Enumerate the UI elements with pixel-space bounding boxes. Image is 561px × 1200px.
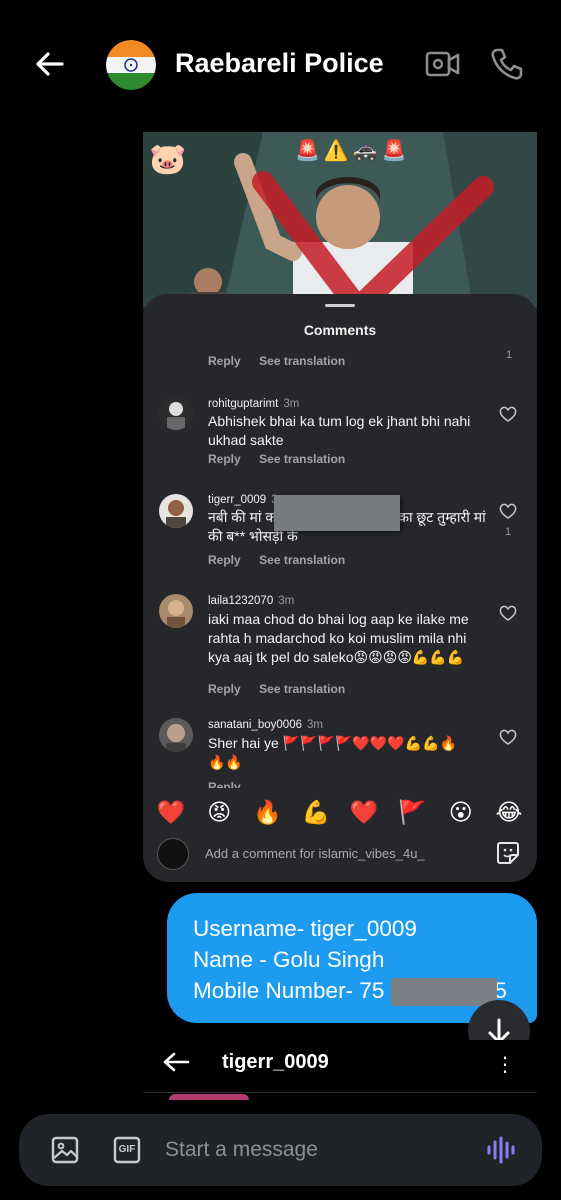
like-button[interactable]	[499, 729, 517, 747]
message-line: Username- tiger_0009	[193, 916, 417, 941]
comment-header: rohitguptarimt 3m	[208, 394, 299, 412]
own-avatar	[157, 838, 189, 870]
comment-actions: Reply See translation	[208, 551, 345, 569]
like-button[interactable]	[499, 605, 517, 623]
user-avatar-image	[159, 396, 193, 430]
heart-icon	[499, 406, 517, 422]
reaction-emoji[interactable]: 😡	[199, 796, 239, 830]
heart-icon	[499, 729, 517, 745]
reaction-emoji[interactable]: ❤️	[151, 796, 191, 830]
message-input[interactable]: Start a message	[165, 1138, 318, 1162]
screenshot-top-bar	[143, 108, 537, 132]
avatar[interactable]	[159, 494, 193, 528]
comment-username[interactable]: sanatani_boy0006	[208, 719, 302, 731]
see-translation-link[interactable]: See translation	[259, 452, 345, 466]
profile-username: tigerr_0009	[222, 1051, 329, 1073]
reaction-emoji[interactable]: 😂	[489, 796, 529, 830]
reply-link[interactable]: Reply	[208, 354, 241, 368]
comments-sheet: Comments Reply See translation 1 rohitgu…	[143, 294, 537, 882]
comments-title: Comments	[303, 322, 377, 338]
comment-text: Abhishek bhai ka tum log ek jhant bhi na…	[208, 413, 471, 448]
see-translation-link[interactable]: See translation	[259, 553, 345, 567]
video-camera-icon	[425, 51, 460, 77]
drag-handle[interactable]	[325, 304, 355, 307]
india-flag-icon	[106, 40, 156, 90]
chat-header: Raebareli Police	[0, 0, 561, 106]
voice-wave-icon	[487, 1136, 515, 1164]
shared-profile-preview[interactable]: tigerr_0009 ⋮	[143, 1040, 537, 1100]
gif-label: GIF	[118, 1144, 136, 1155]
comment-time: 3m	[278, 595, 295, 607]
avatar[interactable]	[159, 718, 193, 752]
voice-call-button[interactable]	[488, 46, 524, 82]
comment-text: iaki maa chod do bhai log aap ke ilake m…	[208, 611, 469, 665]
message-line-part: Mobile Number- 75	[193, 978, 385, 1003]
comment-header: laila1232070 3m	[208, 591, 294, 609]
message-composer: GIF Start a message	[19, 1114, 542, 1186]
comment-actions: Reply See translation	[208, 450, 345, 468]
video-call-button[interactable]	[424, 47, 462, 81]
reaction-emoji[interactable]: 🔥	[248, 796, 288, 830]
reaction-bar: ❤️ 😡 🔥 💪 ❤️ 🚩 😮 😂	[151, 796, 529, 830]
redaction-block	[391, 978, 497, 1006]
divider	[143, 1092, 537, 1093]
reaction-emoji[interactable]: 💪	[296, 796, 336, 830]
message-line: Name - Golu Singh	[193, 947, 385, 972]
heart-icon	[499, 605, 517, 621]
reaction-emoji[interactable]: ❤️	[344, 796, 384, 830]
comment-username[interactable]: laila1232070	[208, 595, 273, 607]
image-icon	[51, 1136, 79, 1164]
back-button	[161, 1050, 191, 1074]
sticker-icon	[497, 842, 519, 864]
back-button[interactable]	[30, 44, 70, 84]
arrow-left-icon	[36, 52, 64, 76]
contact-name[interactable]: Raebareli Police	[175, 48, 384, 79]
reply-link[interactable]: Reply	[208, 682, 241, 696]
comment-actions: Reply See translation	[208, 680, 345, 698]
sticker-button[interactable]	[495, 840, 521, 866]
arrow-left-icon	[163, 1052, 190, 1072]
comment-time: 3m	[307, 719, 323, 731]
see-translation-link[interactable]: See translation	[259, 682, 345, 696]
comment-username[interactable]: rohitguptarimt	[208, 398, 278, 410]
reply-link[interactable]: Reply	[208, 780, 241, 788]
profile-avatar-ring	[169, 1094, 249, 1100]
reply-link[interactable]: Reply	[208, 452, 241, 466]
comment-header: sanatani_boy0006 3m	[208, 715, 323, 733]
contact-avatar[interactable]	[106, 40, 156, 90]
see-translation-link[interactable]: See translation	[259, 354, 345, 368]
redaction-block	[274, 495, 400, 531]
reply-link[interactable]: Reply	[208, 553, 241, 567]
user-avatar-image	[159, 594, 193, 628]
comment-text: Sher hai ye 🚩🚩🚩🚩❤️❤️❤️💪💪🔥🔥🔥	[208, 735, 458, 770]
top-row-actions: Reply See translation	[208, 352, 345, 370]
user-avatar-image	[159, 718, 193, 752]
comment-time: 3m	[283, 398, 300, 410]
comment-input[interactable]: Add a comment for islamic_vibes_4u_	[205, 846, 425, 861]
reaction-emoji[interactable]: 🚩	[392, 796, 432, 830]
thumbnail-emojis: 🚨⚠️🚓🚨	[295, 138, 411, 162]
like-button[interactable]	[499, 503, 517, 521]
like-count: 1	[505, 349, 513, 361]
heart-icon	[499, 503, 517, 519]
image-button[interactable]	[50, 1135, 80, 1165]
comment-username[interactable]: tigerr_0009	[208, 494, 266, 506]
post-thumbnail[interactable]: 🐷 🚨⚠️🚓🚨	[143, 132, 537, 308]
comment-text-part: नबी की मां क	[208, 509, 277, 525]
sent-message-bubble[interactable]: Username- tiger_0009 Name - Golu Singh M…	[167, 893, 537, 1023]
comment-actions: Reply	[208, 778, 241, 788]
pig-emoji: 🐷	[149, 142, 187, 177]
avatar[interactable]	[159, 396, 193, 430]
more-icon: ⋮	[495, 1054, 515, 1076]
like-count: 1	[504, 526, 512, 538]
gif-button[interactable]: GIF	[113, 1136, 141, 1164]
shared-screenshot[interactable]: 🐷 🚨⚠️🚓🚨 Comments Reply See translation 1…	[143, 108, 537, 882]
phone-icon	[491, 48, 523, 80]
voice-message-button[interactable]	[485, 1134, 517, 1166]
user-avatar-image	[159, 494, 193, 528]
avatar[interactable]	[159, 594, 193, 628]
reaction-emoji[interactable]: 😮	[441, 796, 481, 830]
like-button[interactable]	[499, 406, 517, 424]
